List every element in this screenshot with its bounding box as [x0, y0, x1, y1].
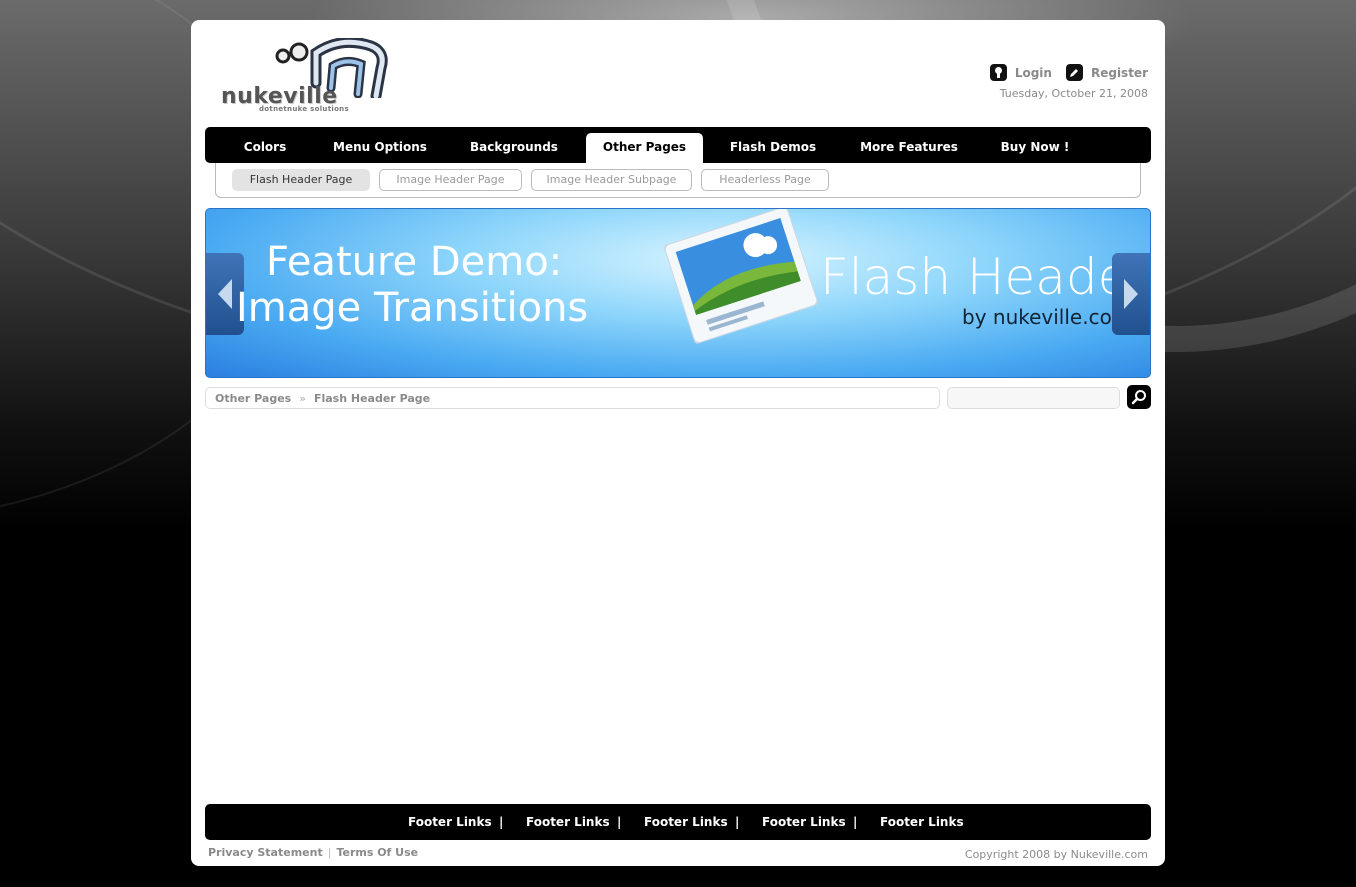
- copyright: Copyright 2008 by Nukeville.com: [964, 848, 1148, 861]
- menu-item-menu-options[interactable]: Menu Options: [325, 127, 435, 163]
- footer-link[interactable]: Footer Links: [644, 804, 728, 840]
- breadcrumb-separator: »: [299, 392, 306, 405]
- banner-line-2: Image Transitions: [236, 285, 589, 331]
- breadcrumb-current[interactable]: Flash Header Page: [314, 392, 430, 405]
- terms-of-use-link[interactable]: Terms Of Use: [336, 846, 418, 859]
- footer-link[interactable]: Footer Links: [762, 804, 846, 840]
- search-input[interactable]: [947, 387, 1120, 409]
- lock-icon: [989, 64, 1007, 81]
- submenu-item-image-header-subpage[interactable]: Image Header Subpage: [531, 169, 692, 191]
- login-label: Login: [1014, 65, 1052, 80]
- menu-item-buy-now[interactable]: Buy Now !: [991, 127, 1079, 163]
- sub-menu: Flash Header Page Image Header Page Imag…: [215, 163, 1141, 198]
- footer-divider: |: [617, 815, 622, 829]
- menu-item-flash-demos[interactable]: Flash Demos: [723, 127, 823, 163]
- banner-next-button[interactable]: [1112, 253, 1150, 335]
- register-link[interactable]: Register: [1065, 64, 1148, 81]
- arrow-right-icon: [1124, 279, 1138, 309]
- search-button[interactable]: [1127, 385, 1151, 409]
- site-logo[interactable]: nukeville dotnetnuke solutions: [221, 38, 391, 116]
- pencil-icon: [1065, 64, 1083, 81]
- footer-divider: |: [853, 815, 858, 829]
- flash-header-banner: Feature Demo: Image Transitions Flash He…: [205, 208, 1151, 378]
- menu-item-more-features[interactable]: More Features: [850, 127, 968, 163]
- main-menu: Colors Menu Options Backgrounds Other Pa…: [205, 127, 1151, 163]
- footer-link[interactable]: Footer Links: [526, 804, 610, 840]
- banner-title: Flash Header: [820, 248, 1149, 306]
- submenu-item-flash-header-page[interactable]: Flash Header Page: [232, 169, 370, 191]
- search-icon: [1131, 390, 1146, 405]
- logo-subtext: dotnetnuke solutions: [259, 105, 349, 113]
- menu-item-colors[interactable]: Colors: [225, 127, 305, 163]
- login-link[interactable]: Login: [989, 64, 1052, 81]
- submenu-item-image-header-page[interactable]: Image Header Page: [379, 169, 522, 191]
- footer-bar: Footer Links | Footer Links | Footer Lin…: [205, 804, 1151, 840]
- privacy-statement-link[interactable]: Privacy Statement: [208, 846, 323, 859]
- footer-divider: |: [499, 815, 504, 829]
- submenu-item-headerless-page[interactable]: Headerless Page: [701, 169, 829, 191]
- footer-link[interactable]: Footer Links: [880, 804, 964, 840]
- footer-link[interactable]: Footer Links: [408, 804, 492, 840]
- register-label: Register: [1090, 65, 1148, 80]
- menu-item-other-pages[interactable]: Other Pages: [586, 133, 703, 163]
- page-container: nukeville dotnetnuke solutions Login Reg…: [191, 20, 1165, 866]
- banner-line-1: Feature Demo:: [266, 239, 563, 285]
- user-links: Login Register: [989, 64, 1148, 81]
- legal-divider: |: [327, 846, 332, 859]
- current-date: Tuesday, October 21, 2008: [999, 87, 1148, 100]
- legal-links: Privacy Statement | Terms Of Use: [208, 846, 418, 859]
- breadcrumb-parent[interactable]: Other Pages: [215, 392, 291, 405]
- banner-byline: by nukeville.com: [962, 305, 1132, 329]
- breadcrumb: Other Pages » Flash Header Page: [205, 387, 940, 409]
- picture-icon: [663, 209, 819, 345]
- footer-divider: |: [735, 815, 740, 829]
- arrow-left-icon: [218, 279, 232, 309]
- menu-item-backgrounds[interactable]: Backgrounds: [461, 127, 567, 163]
